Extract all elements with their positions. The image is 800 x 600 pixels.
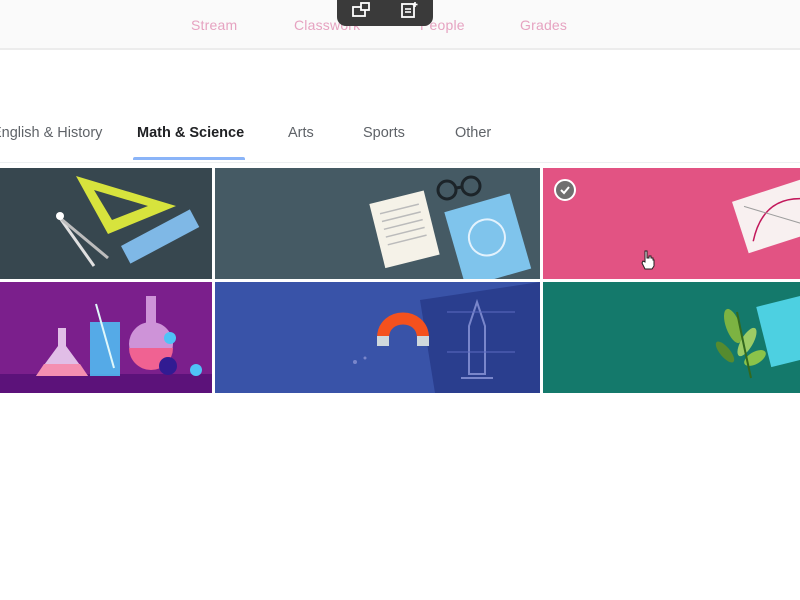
theme-tile-geometry[interactable] xyxy=(0,168,212,279)
tab-other[interactable]: Other xyxy=(455,125,491,141)
theme-tile-graph[interactable] xyxy=(543,168,800,279)
selected-check-icon xyxy=(554,179,576,201)
tab-arts[interactable]: Arts xyxy=(288,125,314,141)
theme-category-tabs: English & History Math & Science Arts Sp… xyxy=(0,112,800,163)
graph-paper-icon xyxy=(732,179,800,254)
share-screen-icon[interactable] xyxy=(350,0,372,21)
theme-grid xyxy=(0,168,800,393)
theme-tile-notebook[interactable] xyxy=(215,168,540,279)
geometry-tools-icon xyxy=(56,176,200,267)
chemistry-flask-icon xyxy=(0,296,212,393)
add-note-icon[interactable] xyxy=(398,0,420,21)
tab-english-history[interactable]: English & History xyxy=(0,125,102,141)
theme-tile-biology[interactable] xyxy=(543,282,800,393)
page: Stream Classwork People Grades English &… xyxy=(0,0,800,600)
tab-sports[interactable]: Sports xyxy=(363,125,405,141)
magnet-rocket-icon xyxy=(353,282,540,393)
theme-tile-physics[interactable] xyxy=(215,282,540,393)
hand-cursor-icon xyxy=(640,250,656,270)
tab-math-science[interactable]: Math & Science xyxy=(137,125,244,141)
nav-tab-stream[interactable]: Stream xyxy=(191,17,237,33)
notebook-glasses-icon xyxy=(369,175,532,279)
nav-tab-grades[interactable]: Grades xyxy=(520,17,567,33)
active-tab-indicator xyxy=(133,157,245,160)
plant-leaves-icon xyxy=(715,294,800,379)
floating-toolbar xyxy=(337,0,433,26)
theme-tile-chemistry[interactable] xyxy=(0,282,212,393)
